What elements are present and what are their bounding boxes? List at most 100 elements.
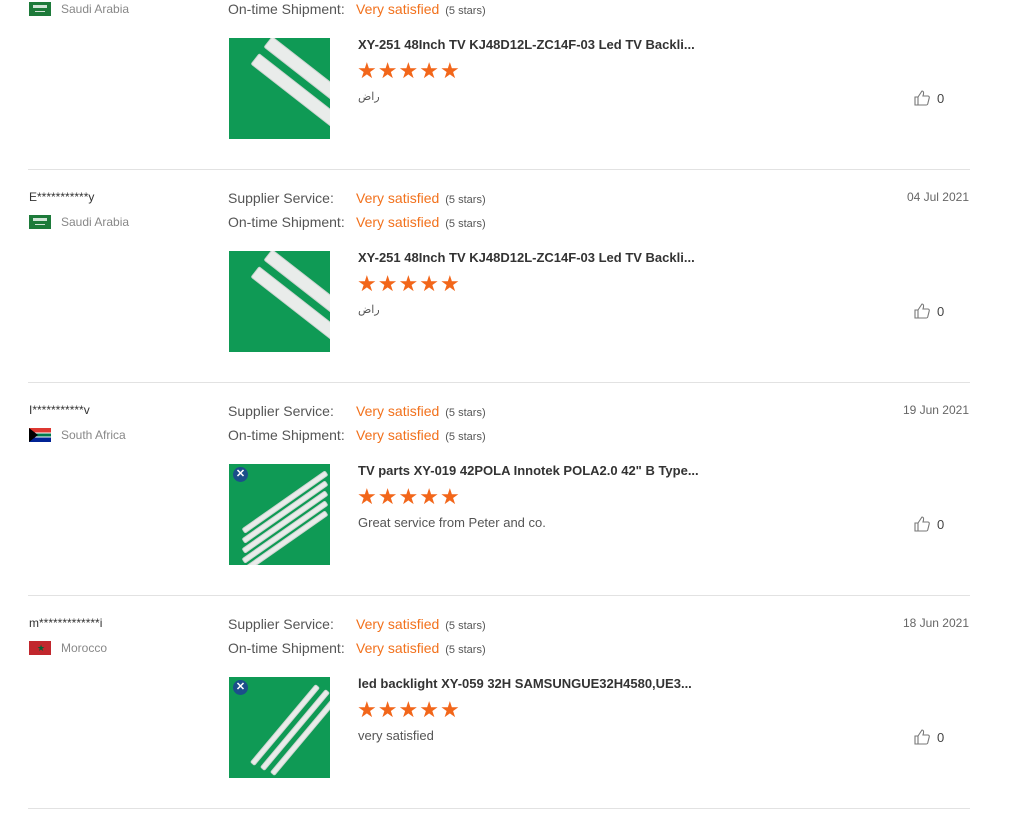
rating-value: Very satisfied xyxy=(356,640,440,656)
rating-stars-text: (5 stars) xyxy=(445,5,486,17)
divider xyxy=(28,169,970,170)
product-title-link[interactable]: XY-251 48Inch TV KJ48D12L-ZC14F-03 Led T… xyxy=(358,37,695,52)
star-icon: ★ xyxy=(357,271,377,296)
star-icon: ★ xyxy=(439,697,460,722)
thumbs-up-icon xyxy=(914,516,930,532)
like-button[interactable]: 0 xyxy=(913,515,944,533)
product-thumbnail[interactable]: ✕ xyxy=(229,677,330,778)
star-icon: ★ xyxy=(377,58,398,83)
rating-label: On-time Shipment: xyxy=(228,640,345,656)
rating-value: Very satisfied xyxy=(356,616,440,632)
rating-label: Supplier Service: xyxy=(228,190,334,206)
divider xyxy=(28,808,970,809)
product-thumbnail[interactable]: ✕ xyxy=(229,464,330,565)
like-count: 0 xyxy=(937,729,945,745)
star-rating: ★ ★ ★ ★ ★ xyxy=(357,484,460,509)
review-comment: راض xyxy=(358,304,380,316)
ontime-shipment-rating: On-time Shipment: Very satisfied (5 stars) xyxy=(228,639,486,657)
rating-value: Very satisfied xyxy=(356,403,440,419)
rating-stars-text: (5 stars) xyxy=(445,644,486,656)
star-icon: ★ xyxy=(419,58,439,83)
south-africa-flag-icon xyxy=(29,428,51,442)
supplier-service-rating: Supplier Service: Very satisfied (5 stars) xyxy=(228,402,486,420)
product-title-link[interactable]: TV parts XY-019 42POLA Innotek POLA2.0 4… xyxy=(358,463,699,478)
star-icon: ★ xyxy=(398,271,419,296)
star-icon: ★ xyxy=(377,484,398,509)
country-name: South Africa xyxy=(61,428,126,442)
thumbs-up-icon xyxy=(914,303,930,319)
product-title-link[interactable]: led backlight XY-059 32H SAMSUNGUE32H458… xyxy=(358,676,692,691)
rating-value: Very satisfied xyxy=(356,190,440,206)
country-name: Saudi Arabia xyxy=(61,215,130,229)
star-icon: ★ xyxy=(377,271,398,296)
brand-badge-icon: ✕ xyxy=(233,680,248,695)
divider xyxy=(28,382,970,383)
star-icon: ★ xyxy=(398,697,419,722)
star-icon: ★ xyxy=(419,484,439,509)
product-thumbnail[interactable] xyxy=(229,38,330,139)
reviewer-country: Saudi Arabia xyxy=(29,2,129,16)
rating-value: Very satisfied xyxy=(356,214,440,230)
star-icon: ★ xyxy=(377,697,398,722)
rating-label: Supplier Service: xyxy=(228,616,334,632)
saudi-flag-icon xyxy=(29,2,51,16)
star-icon: ★ xyxy=(419,271,439,296)
reviewer-country: Saudi Arabia xyxy=(29,215,129,229)
star-icon: ★ xyxy=(419,697,439,722)
ontime-shipment-rating: On-time Shipment: Very satisfied (5 stars) xyxy=(228,426,486,444)
star-icon: ★ xyxy=(439,271,460,296)
brand-badge-icon: ✕ xyxy=(233,467,248,482)
star-icon: ★ xyxy=(439,58,460,83)
rating-label: On-time Shipment: xyxy=(228,214,345,230)
supplier-service-rating: Supplier Service: Very satisfied (5 stars) xyxy=(228,615,486,633)
reviewer-country: South Africa xyxy=(29,428,126,442)
reviewer-name: I***********v xyxy=(29,403,90,417)
supplier-service-rating: Supplier Service: Very satisfied (5 stars) xyxy=(228,189,486,207)
reviewer-name: m*************i xyxy=(29,616,103,630)
review-date: 04 Jul 2021 xyxy=(906,190,969,204)
reviewer-name: E***********y xyxy=(29,190,95,204)
product-title-link[interactable]: XY-251 48Inch TV KJ48D12L-ZC14F-03 Led T… xyxy=(358,250,695,265)
like-count: 0 xyxy=(937,516,945,532)
star-icon: ★ xyxy=(357,697,377,722)
review-comment: very satisfied xyxy=(358,728,434,743)
divider xyxy=(28,595,970,596)
like-count: 0 xyxy=(937,303,945,319)
ontime-shipment-rating: On-time Shipment: Very satisfied (5 stars) xyxy=(228,213,486,231)
rating-stars-text: (5 stars) xyxy=(445,218,486,230)
like-count: 0 xyxy=(937,90,945,106)
star-icon: ★ xyxy=(357,484,377,509)
rating-label: Supplier Service: xyxy=(228,403,334,419)
star-icon: ★ xyxy=(398,58,419,83)
product-thumbnail[interactable] xyxy=(229,251,330,352)
saudi-flag-icon xyxy=(29,215,51,229)
rating-value: Very satisfied xyxy=(356,427,440,443)
like-button[interactable]: 0 xyxy=(913,89,944,107)
star-icon: ★ xyxy=(398,484,419,509)
like-button[interactable]: 0 xyxy=(913,728,944,746)
star-icon: ★ xyxy=(439,484,460,509)
like-button[interactable]: 0 xyxy=(913,302,944,320)
thumbs-up-icon xyxy=(914,729,930,745)
star-rating: ★ ★ ★ ★ ★ xyxy=(357,58,460,83)
country-name: Saudi Arabia xyxy=(61,2,130,16)
rating-value: Very satisfied xyxy=(356,1,440,17)
star-rating: ★ ★ ★ ★ ★ xyxy=(357,271,460,296)
ontime-shipment-rating: On-time Shipment: Very satisfied (5 stars) xyxy=(228,0,486,18)
rating-label: On-time Shipment: xyxy=(228,1,345,17)
rating-label: On-time Shipment: xyxy=(228,427,345,443)
rating-stars-text: (5 stars) xyxy=(445,431,486,443)
review-comment: Great service from Peter and co. xyxy=(358,515,546,530)
thumbs-up-icon xyxy=(914,90,930,106)
rating-stars-text: (5 stars) xyxy=(445,620,486,632)
rating-stars-text: (5 stars) xyxy=(445,194,486,206)
star-icon: ★ xyxy=(357,58,377,83)
rating-stars-text: (5 stars) xyxy=(445,407,486,419)
morocco-flag-icon: ★ xyxy=(29,641,51,655)
country-name: Morocco xyxy=(61,641,108,655)
review-date: 18 Jun 2021 xyxy=(902,616,969,630)
reviewer-country: ★ Morocco xyxy=(29,641,107,655)
review-comment: راض xyxy=(358,91,380,103)
star-rating: ★ ★ ★ ★ ★ xyxy=(357,697,460,722)
review-date: 19 Jun 2021 xyxy=(902,403,969,417)
